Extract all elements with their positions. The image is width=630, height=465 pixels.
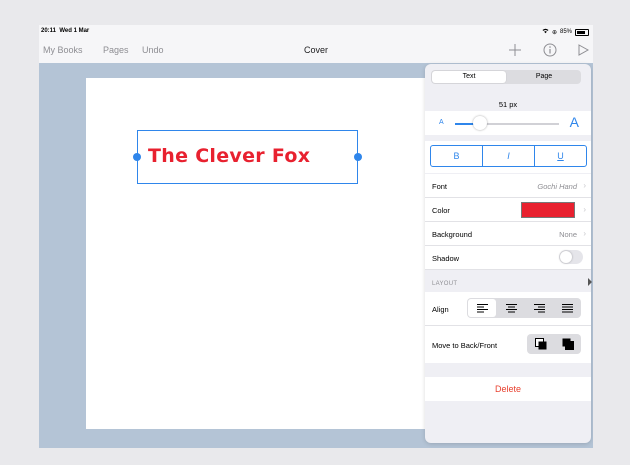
status-bar: 20:11 Wed 1 Mar ⊕ 85%: [39, 25, 593, 39]
wifi-icon: [542, 28, 549, 36]
align-justify-icon[interactable]: [553, 298, 581, 318]
color-label: Color: [432, 206, 450, 215]
shadow-label: Shadow: [432, 254, 460, 263]
bold-button[interactable]: B: [431, 146, 483, 166]
tab-text[interactable]: Text: [432, 71, 506, 83]
align-label: Align: [432, 305, 449, 314]
panel-tabs: Text Page: [431, 70, 581, 84]
text-style-row: B I U: [425, 141, 591, 173]
layout-section-header: LAYOUT: [432, 281, 458, 287]
bring-to-front-icon[interactable]: [554, 334, 581, 354]
font-label: Font: [432, 182, 448, 191]
plus-icon[interactable]: [506, 41, 524, 59]
text-box-content[interactable]: The Clever Fox: [148, 145, 310, 167]
background-value: None: [559, 230, 577, 239]
chevron-right-icon: ›: [583, 181, 586, 190]
battery-percent: 85%: [559, 29, 572, 35]
app-window: 20:11 Wed 1 Mar ⊕ 85% My Books Pages Und…: [39, 25, 593, 448]
text-box[interactable]: The Clever Fox: [133, 130, 362, 184]
background-label: Background: [432, 230, 473, 239]
toolbar: My Books Pages Undo Cover: [39, 39, 593, 63]
delete-button[interactable]: Delete: [425, 377, 591, 401]
background-row[interactable]: Background None ›: [425, 222, 591, 246]
chevron-right-icon: ›: [583, 229, 586, 238]
font-size-slider[interactable]: [455, 123, 559, 125]
font-value: Gochi Hand: [537, 182, 577, 191]
large-a-icon: A: [569, 114, 579, 130]
font-row[interactable]: Font Gochi Hand ›: [425, 174, 591, 198]
move-label: Move to Back/Front: [432, 341, 498, 350]
location-icon: ⊕: [551, 29, 557, 36]
info-icon[interactable]: [541, 41, 559, 59]
color-row[interactable]: Color ›: [425, 198, 591, 222]
align-left-icon[interactable]: [468, 299, 496, 317]
slider-thumb[interactable]: [473, 116, 487, 130]
move-row: Move to Back/Front: [425, 326, 591, 363]
underline-button[interactable]: U: [535, 146, 586, 166]
play-icon[interactable]: [574, 41, 592, 59]
status-right: ⊕ 85%: [542, 28, 589, 36]
resize-handle-right[interactable]: [354, 153, 362, 161]
italic-button[interactable]: I: [483, 146, 535, 166]
font-size-slider-row: A A: [425, 111, 591, 135]
property-list: Font Gochi Hand › Color › Background Non…: [425, 174, 591, 270]
align-row: Align: [425, 292, 591, 326]
resize-handle-left[interactable]: [133, 153, 141, 161]
font-size-label: 51 px: [498, 100, 518, 109]
align-center-icon[interactable]: [497, 298, 525, 318]
send-to-back-icon[interactable]: [527, 334, 554, 354]
align-right-icon[interactable]: [525, 298, 553, 318]
small-a-icon: A: [439, 119, 444, 126]
panel-scroll-indicator: [588, 278, 592, 286]
tab-page[interactable]: Page: [507, 70, 581, 84]
chevron-right-icon: ›: [583, 205, 586, 214]
align-buttons: [467, 298, 581, 318]
book-page[interactable]: The Clever Fox: [86, 78, 446, 429]
status-time: 20:11 Wed 1 Mar: [41, 28, 90, 34]
text-style-buttons: B I U: [430, 145, 587, 167]
format-panel: Text Page 51 px A A B I U Font Gochi Han…: [425, 64, 591, 443]
battery-icon: [575, 28, 589, 36]
shadow-row: Shadow: [425, 246, 591, 270]
color-swatch[interactable]: [521, 202, 575, 218]
move-buttons: [527, 334, 581, 354]
shadow-toggle[interactable]: [559, 250, 583, 264]
